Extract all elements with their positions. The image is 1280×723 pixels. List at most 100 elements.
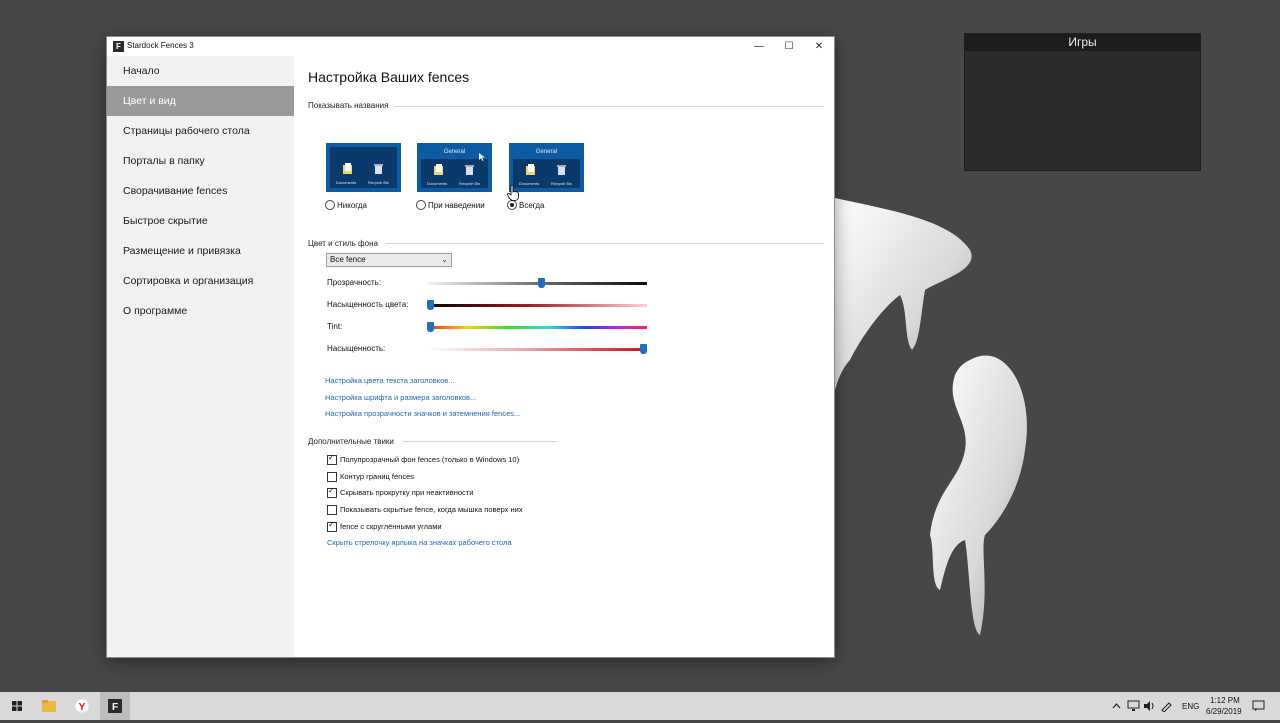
hide-shortcut-arrow-link[interactable]: Скрыть стрелочку ярлыка на значках рабоч… — [327, 538, 512, 547]
color-saturation-slider[interactable] — [427, 304, 647, 307]
maximize-button[interactable]: ☐ — [774, 37, 804, 56]
preview-item-label: Recycle Bin — [459, 181, 481, 186]
window-title: Stardock Fences 3 — [127, 41, 194, 50]
chevron-up-icon[interactable] — [1112, 702, 1121, 710]
preview-never[interactable]: Documents Recycle Bin — [326, 143, 401, 192]
fences-app-icon: F — [108, 699, 122, 713]
tint-slider-thumb[interactable] — [427, 322, 434, 332]
saturation-slider-thumb[interactable] — [640, 344, 647, 354]
page-title: Настройка Ваших fences — [308, 69, 470, 85]
preview-item-label: Documents — [427, 181, 448, 186]
fence-target-dropdown[interactable]: Все fence ⌄ — [326, 253, 452, 267]
fences-taskbar-button[interactable]: F — [100, 692, 130, 720]
section-divider — [403, 441, 558, 442]
fences-settings-window: F Stardock Fences 3 — ☐ ✕ Начало Цвет и … — [107, 37, 834, 657]
volume-icon[interactable] — [1143, 700, 1156, 712]
sidebar-item-folder-portals[interactable]: Порталы в папку — [107, 146, 294, 176]
transparency-slider-thumb[interactable] — [537, 278, 545, 288]
recycle-bin-icon — [465, 165, 474, 175]
folder-icon — [42, 700, 56, 712]
title-bar[interactable]: F Stardock Fences 3 — ☐ ✕ — [107, 37, 834, 56]
saturation-label: Насыщенность: — [327, 344, 386, 353]
documents-icon — [343, 163, 352, 174]
radio-on-hover[interactable] — [416, 200, 426, 210]
sidebar-item-layout-snapping[interactable]: Размещение и привязка — [107, 236, 294, 266]
sidebar-item-about[interactable]: О программе — [107, 296, 294, 326]
sidebar-item-start[interactable]: Начало — [107, 56, 294, 86]
preview-header: General — [443, 149, 466, 155]
tint-slider[interactable] — [427, 326, 647, 329]
color-saturation-slider-thumb[interactable] — [427, 300, 434, 310]
desktop-fence[interactable]: Игры — [964, 33, 1201, 171]
mouse-pointer-icon — [479, 153, 485, 161]
sidebar-item-desktop-pages[interactable]: Страницы рабочего стола — [107, 116, 294, 146]
preview-always[interactable]: General Documents Recycle Bin — [509, 143, 584, 192]
show-hidden-fence-checkbox[interactable] — [327, 505, 337, 515]
taskbar: Y F ENG 1:12 PM 6/29/2019 — [0, 692, 1280, 720]
minimize-button[interactable]: — — [744, 37, 774, 56]
yandex-browser-icon: Y — [74, 698, 90, 714]
preview-item-label: Recycle Bin — [551, 181, 573, 186]
sidebar-item-rollup[interactable]: Сворачивание fences — [107, 176, 294, 206]
icon-transparency-link[interactable]: Настройка прозрачности значков и затемне… — [325, 409, 520, 418]
clock-date[interactable]: 6/29/2019 — [1206, 707, 1242, 716]
radio-never[interactable] — [325, 200, 335, 210]
settings-content: Настройка Ваших fences Показывать назван… — [294, 56, 834, 657]
preview-item-label: Recycle Bin — [368, 180, 390, 185]
translucent-bg-label: Полупрозрачный фон fences (только в Wind… — [340, 455, 520, 464]
chevron-down-icon: ⌄ — [441, 255, 448, 264]
show-hidden-fence-label: Показывать скрытые fence, когда мышка по… — [340, 505, 523, 514]
notification-icon[interactable] — [1252, 700, 1265, 712]
hide-scroll-label: Скрывать прокрутку при неактивности — [340, 488, 474, 497]
sidebar-item-quick-hide[interactable]: Быстрое скрытие — [107, 206, 294, 236]
extra-tweaks-section-label: Дополнительные твики — [308, 437, 394, 446]
close-button[interactable]: ✕ — [804, 37, 834, 56]
title-font-size-link[interactable]: Настройка шрифта и размера заголовков... — [325, 393, 476, 402]
recycle-bin-icon — [557, 165, 566, 175]
rounded-corners-label: fence с скруглёнными углами — [340, 522, 442, 531]
dropdown-value: Все fence — [330, 255, 366, 264]
sidebar-item-sorting[interactable]: Сортировка и организация — [107, 266, 294, 296]
color-saturation-label: Насыщенность цвета: — [327, 300, 409, 309]
recycle-bin-icon — [374, 164, 383, 174]
tint-label: Tint: — [327, 322, 343, 331]
preview-item-label: Documents — [336, 180, 357, 185]
section-divider — [386, 243, 824, 244]
yandex-browser-taskbar-button[interactable]: Y — [67, 692, 97, 720]
windows-logo-icon — [12, 701, 22, 711]
language-indicator[interactable]: ENG — [1182, 702, 1199, 711]
desktop-fence-title: Игры — [965, 34, 1200, 51]
show-titles-section-label: Показывать названия — [308, 101, 389, 110]
hand-cursor-icon — [507, 185, 519, 201]
section-divider — [394, 106, 824, 107]
radio-never-label: Никогда — [337, 201, 367, 210]
fences-app-icon: F — [113, 41, 124, 52]
wallpaper-art — [830, 190, 1050, 640]
network-icon[interactable] — [1127, 700, 1140, 712]
svg-text:F: F — [112, 702, 118, 713]
title-text-color-link[interactable]: Настройка цвета текста заголовков... — [325, 376, 455, 385]
preview-header: General — [535, 149, 558, 155]
color-style-section-label: Цвет и стиль фона — [308, 239, 378, 248]
fence-outline-checkbox[interactable] — [327, 472, 337, 482]
sidebar: Начало Цвет и вид Страницы рабочего стол… — [107, 56, 294, 657]
fence-outline-label: Контур границ fences — [340, 472, 415, 481]
hide-scroll-checkbox[interactable] — [327, 486, 337, 498]
sidebar-item-color-and-look[interactable]: Цвет и вид — [107, 86, 294, 116]
preview-on-hover[interactable]: General Documents Recycle Bin — [417, 143, 492, 192]
clock-time[interactable]: 1:12 PM — [1210, 696, 1240, 705]
preview-item-label: Documents — [519, 181, 540, 186]
saturation-slider[interactable] — [427, 348, 647, 351]
radio-always-label: Всегда — [519, 201, 545, 210]
svg-text:Y: Y — [79, 702, 86, 713]
radio-on-hover-label: При наведении — [428, 201, 485, 210]
start-button[interactable] — [2, 692, 32, 720]
file-explorer-taskbar-button[interactable] — [34, 692, 64, 720]
transparency-label: Прозрачность: — [327, 278, 382, 287]
radio-always[interactable] — [507, 200, 517, 210]
documents-icon — [526, 164, 535, 175]
translucent-bg-checkbox[interactable] — [327, 453, 337, 465]
documents-icon — [434, 164, 443, 175]
rounded-corners-checkbox[interactable] — [327, 520, 337, 532]
pen-icon[interactable] — [1160, 700, 1173, 712]
